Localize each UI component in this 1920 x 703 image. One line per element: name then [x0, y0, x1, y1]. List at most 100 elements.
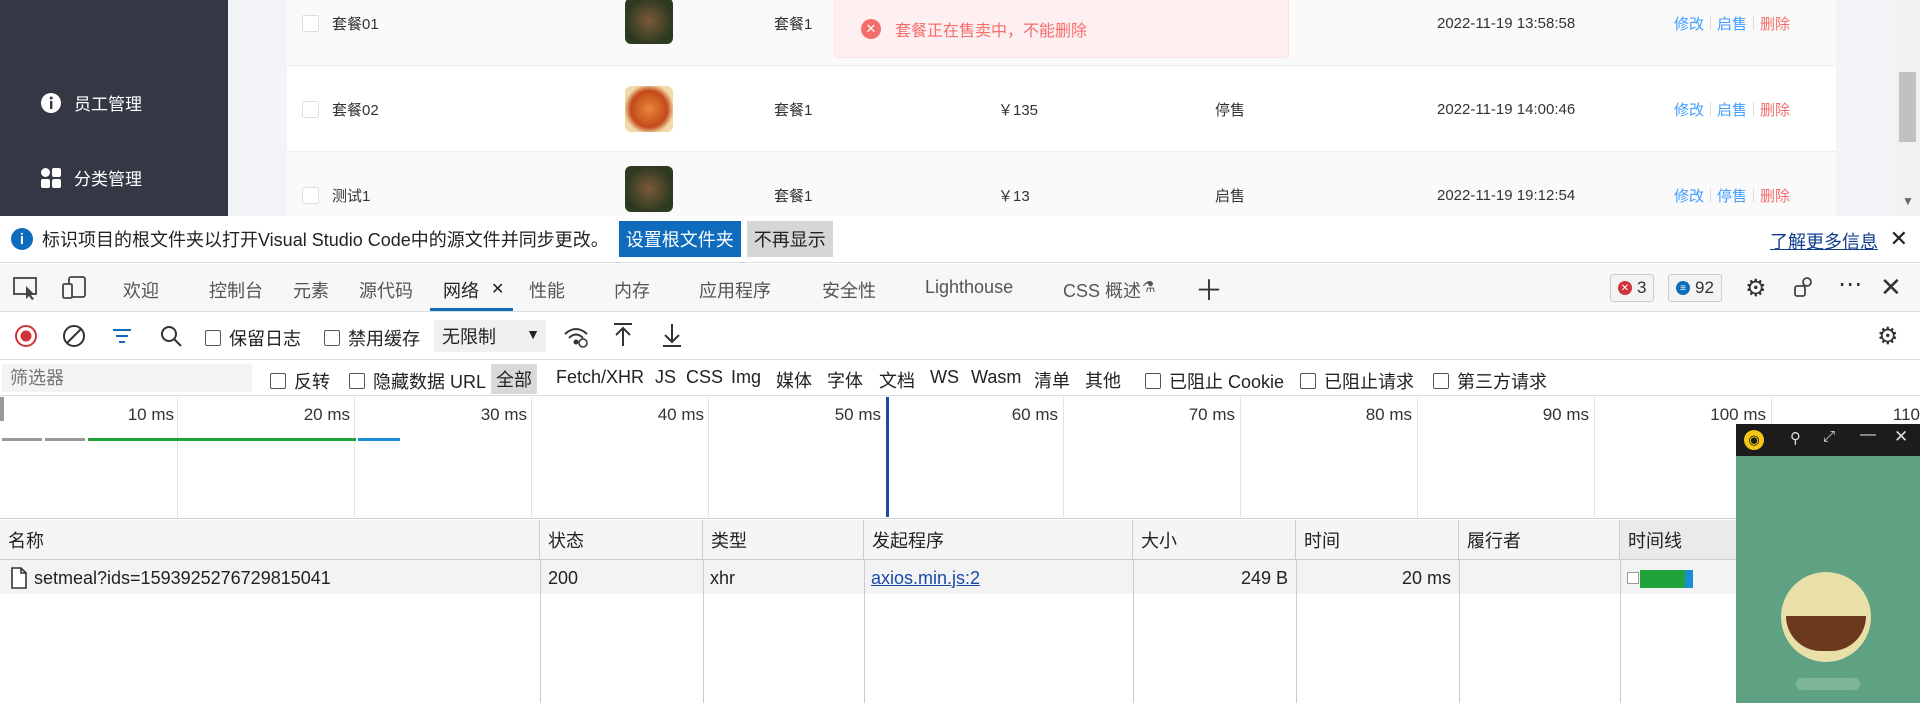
pin-icon[interactable]: ⚲	[1790, 429, 1801, 447]
scroll-down-icon[interactable]: ▼	[1902, 194, 1914, 208]
connections-icon[interactable]	[1793, 275, 1817, 304]
tab-sources[interactable]: 源代码	[359, 277, 413, 303]
sidebar-item-employee[interactable]: 员工管理	[40, 90, 142, 115]
setmeal-status: 停售	[1215, 101, 1246, 119]
delete-button[interactable]: 删除	[1760, 13, 1790, 34]
add-tab-icon[interactable]: ＋	[1195, 269, 1223, 309]
filter-type-ws[interactable]: WS	[930, 367, 959, 388]
tab-welcome[interactable]: 欢迎	[123, 277, 159, 303]
tab-css-overview[interactable]: CSS 概述	[1063, 277, 1141, 303]
export-har-icon[interactable]	[661, 322, 683, 353]
third-party-checkbox[interactable]: 第三方请求	[1433, 368, 1547, 394]
chevron-down-icon: ▼	[526, 326, 540, 342]
sidebar-item-label: 员工管理	[74, 95, 142, 114]
column-header-time[interactable]: 时间	[1296, 520, 1459, 560]
network-overview-timeline[interactable]: 10 ms 20 ms 30 ms 40 ms 50 ms 60 ms 70 m…	[0, 397, 1920, 519]
column-header-fulfilled-by[interactable]: 履行者	[1459, 520, 1620, 560]
filter-type-doc[interactable]: 文档	[879, 367, 915, 393]
dish-thumbnail	[625, 0, 673, 44]
filter-type-wasm[interactable]: Wasm	[971, 367, 1021, 388]
minimize-icon[interactable]: —	[1860, 426, 1876, 444]
table-row: 测试1 套餐1 ￥13 启售 2022-11-19 19:12:54 修改 停售…	[287, 152, 1836, 216]
blocked-requests-checkbox[interactable]: 已阻止请求	[1300, 368, 1414, 394]
record-icon[interactable]	[14, 324, 38, 353]
expand-icon[interactable]: ⤢	[1823, 428, 1835, 445]
tab-application[interactable]: 应用程序	[699, 277, 771, 303]
enable-sale-button[interactable]: 启售	[1717, 99, 1747, 120]
delete-button[interactable]: 删除	[1760, 185, 1790, 206]
error-icon: ✕	[1618, 281, 1632, 295]
request-name[interactable]: setmeal?ids=1593925276729815041	[10, 563, 331, 593]
tab-console[interactable]: 控制台	[209, 277, 263, 303]
sidebar-item-category[interactable]: 分类管理	[40, 165, 142, 190]
tab-performance[interactable]: 性能	[529, 277, 565, 303]
row-checkbox[interactable]	[302, 187, 319, 204]
filter-type-manifest[interactable]: 清单	[1034, 367, 1070, 393]
search-icon[interactable]	[159, 324, 183, 353]
tab-security[interactable]: 安全性	[822, 277, 876, 303]
floating-mini-window[interactable]: ◉ ⚲ ⤢ — ✕	[1736, 424, 1920, 703]
timeline-bar-waiting	[88, 438, 356, 441]
network-filterbar: 反转 隐藏数据 URL 全部 Fetch/XHR JS CSS Img 媒体 字…	[0, 360, 1920, 396]
updated-time: 2022-11-19 13:58:58	[1437, 14, 1576, 32]
clear-icon[interactable]	[62, 324, 86, 353]
inspect-element-icon[interactable]	[13, 276, 39, 305]
disable-cache-checkbox[interactable]: 禁用缓存	[324, 325, 420, 351]
network-settings-icon[interactable]: ⚙	[1877, 322, 1899, 351]
filter-type-css[interactable]: CSS	[686, 367, 723, 388]
disable-sale-button[interactable]: 停售	[1717, 185, 1747, 206]
more-options-icon[interactable]: ⋯	[1838, 270, 1862, 299]
close-icon[interactable]: ✕	[1894, 427, 1908, 447]
mini-button[interactable]	[1796, 678, 1860, 690]
import-har-icon[interactable]	[612, 322, 634, 353]
invert-checkbox[interactable]: 反转	[270, 368, 330, 394]
close-devtools-icon[interactable]: ✕	[1880, 272, 1902, 303]
column-header-name[interactable]: 名称	[0, 520, 540, 560]
close-tab-icon[interactable]: ✕	[491, 279, 504, 299]
filter-type-media[interactable]: 媒体	[776, 367, 812, 393]
filter-type-all[interactable]: 全部	[491, 364, 537, 394]
tab-elements[interactable]: 元素	[293, 277, 329, 303]
edit-button[interactable]: 修改	[1674, 13, 1704, 34]
edit-button[interactable]: 修改	[1674, 185, 1704, 206]
close-icon[interactable]: ✕	[1890, 226, 1908, 252]
throttle-select[interactable]: 无限制 ▼	[434, 320, 546, 352]
filter-icon[interactable]	[111, 325, 133, 352]
column-header-type[interactable]: 类型	[703, 520, 864, 560]
message-count-badge[interactable]: ≡ 92	[1668, 274, 1722, 302]
row-checkbox[interactable]	[302, 15, 319, 32]
network-conditions-icon[interactable]	[563, 324, 589, 353]
hide-data-url-checkbox[interactable]: 隐藏数据 URL	[349, 368, 486, 394]
blocked-cookies-checkbox[interactable]: 已阻止 Cookie	[1145, 368, 1284, 394]
edit-button[interactable]: 修改	[1674, 99, 1704, 120]
column-header-size[interactable]: 大小	[1133, 520, 1296, 560]
timeline-bar-queue	[2, 438, 42, 441]
tab-network[interactable]: 网络	[443, 277, 479, 303]
column-header-initiator[interactable]: 发起程序	[864, 520, 1133, 560]
request-initiator-link[interactable]: axios.min.js:2	[871, 563, 980, 593]
scrollbar-thumb[interactable]	[1899, 72, 1916, 142]
row-checkbox[interactable]	[302, 101, 319, 118]
learn-more-link[interactable]: 了解更多信息	[1770, 228, 1878, 254]
filter-type-img[interactable]: Img	[731, 367, 761, 388]
dish-thumbnail	[625, 86, 673, 132]
filter-type-fetch-xhr[interactable]: Fetch/XHR	[556, 367, 644, 388]
dont-show-again-button[interactable]: 不再显示	[746, 221, 833, 257]
column-header-status[interactable]: 状态	[540, 520, 703, 560]
enable-sale-button[interactable]: 启售	[1717, 13, 1747, 34]
delete-button[interactable]: 删除	[1760, 99, 1790, 120]
tab-memory[interactable]: 内存	[614, 277, 650, 303]
device-emulation-icon[interactable]	[62, 276, 88, 305]
filter-type-font[interactable]: 字体	[827, 367, 863, 393]
gear-icon[interactable]: ⚙	[1745, 274, 1767, 303]
tab-lighthouse[interactable]: Lighthouse	[925, 277, 1013, 298]
timeline-tick-label: 80 ms	[1365, 405, 1412, 424]
filter-type-other[interactable]: 其他	[1085, 367, 1121, 393]
sidebar-item-label: 分类管理	[74, 170, 142, 189]
preserve-log-checkbox[interactable]: 保留日志	[205, 325, 301, 351]
filter-input[interactable]	[2, 364, 252, 392]
filter-type-js[interactable]: JS	[655, 367, 676, 388]
set-root-folder-button[interactable]: 设置根文件夹	[618, 221, 741, 257]
timeline-bar-stalled	[45, 438, 85, 441]
error-count-badge[interactable]: ✕ 3	[1610, 274, 1655, 302]
